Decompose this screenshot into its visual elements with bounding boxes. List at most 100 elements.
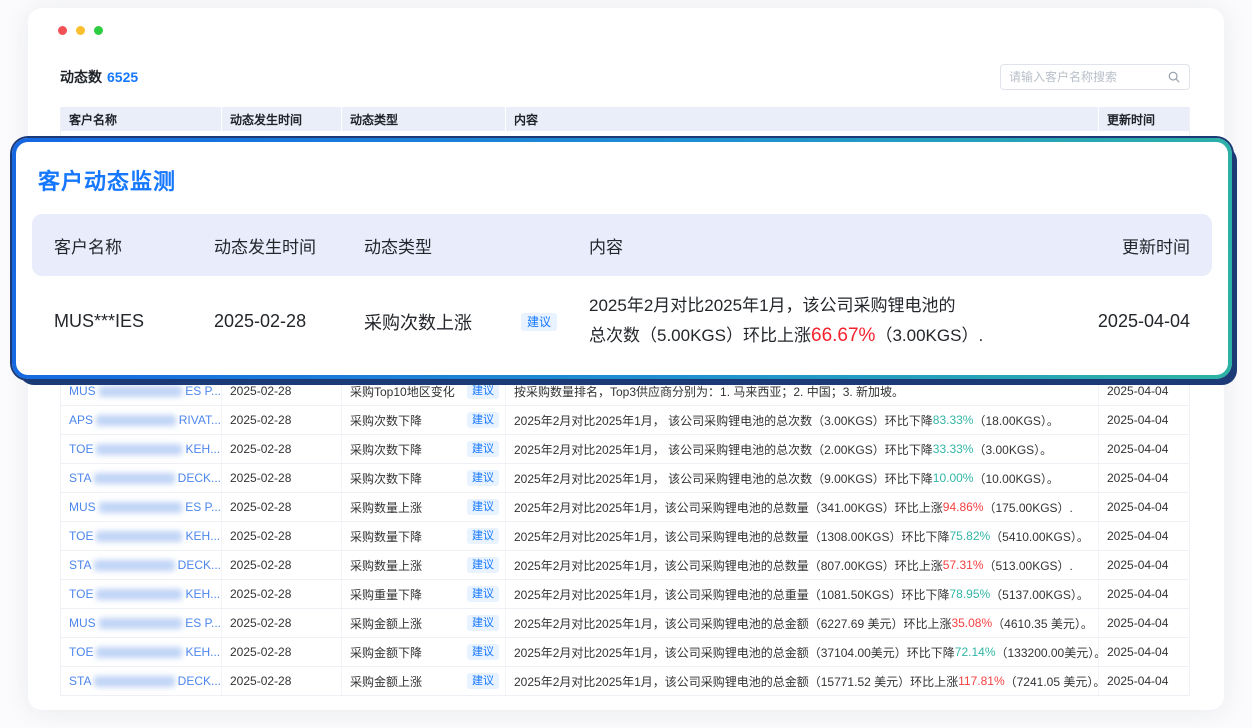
suggestion-badge[interactable]: 建议 [467, 644, 499, 660]
redacted-name-blur [94, 676, 174, 687]
table-row[interactable]: MUSES P... 2025-02-28 采购金额上涨建议 2025年2月对比… [61, 609, 1189, 638]
content-cell: 2025年2月对比2025年1月，该公司采购锂电池的总数量（807.00KGS）… [506, 551, 1099, 579]
customer-name-prefix: APS [69, 413, 93, 427]
percent-change: 78.95% [949, 587, 990, 601]
update-time-cell: 2025-04-04 [1099, 493, 1189, 521]
percent-change: 10.00% [933, 471, 974, 485]
update-time-cell: 2025-04-04 [1099, 435, 1189, 463]
customer-name-cell[interactable]: MUSES P... [61, 493, 222, 521]
redacted-name-blur [99, 386, 183, 397]
event-type-label: 采购数量下降 [350, 528, 422, 545]
suggestion-badge[interactable]: 建议 [467, 615, 499, 631]
table-body: MUSES P... 2025-02-28 采购Top10地区变化建议 按采购数… [61, 377, 1189, 696]
content-text: 2025年2月对比2025年1月，该公司采购锂电池的总金额（6227.69 美元… [514, 615, 951, 632]
customer-name-cell[interactable]: TOE KEH... [61, 435, 222, 463]
customer-name-cell[interactable]: APS RIVAT... [61, 406, 222, 434]
zoom-button[interactable] [94, 26, 103, 35]
customer-name-cell[interactable]: MUSES P... [61, 609, 222, 637]
content-text-tail: （4610.35 美元）。 [992, 615, 1093, 632]
customer-name-suffix: DECK... [178, 558, 221, 572]
percent-change: 57.31% [943, 558, 984, 572]
percent-change: 117.81% [958, 674, 1004, 688]
customer-name-prefix: TOE [69, 442, 93, 456]
update-time-cell: 2025-04-04 [1099, 551, 1189, 579]
search-input[interactable] [1009, 70, 1167, 84]
suggestion-badge[interactable]: 建议 [467, 383, 499, 399]
suggestion-badge[interactable]: 建议 [467, 586, 499, 602]
search-icon[interactable] [1167, 70, 1181, 84]
customer-search[interactable] [1000, 64, 1190, 90]
customer-name-cell[interactable]: TOEKEH... [61, 580, 222, 608]
content-cell: 2025年2月对比2025年1月，该公司采购锂电池的总数量（341.00KGS）… [506, 493, 1099, 521]
minimize-button[interactable] [76, 26, 85, 35]
table-row[interactable]: MUSES P... 2025-02-28 采购Top10地区变化建议 按采购数… [61, 377, 1189, 406]
customer-name-suffix: ES P... [185, 384, 221, 398]
close-button[interactable] [58, 26, 67, 35]
customer-name-cell[interactable]: TOEKEH... [61, 638, 222, 666]
redacted-name-blur [94, 560, 174, 571]
content-text: 2025年2月对比2025年1月， 该公司采购锂电池的总次数（9.00KGS）环… [514, 470, 933, 487]
overlay-event-type: 采购次数上涨 [364, 309, 472, 335]
table-row[interactable]: TOEKEH... 2025-02-28 采购数量下降建议 2025年2月对比2… [61, 522, 1189, 551]
event-date-cell: 2025-02-28 [222, 580, 342, 608]
suggestion-badge[interactable]: 建议 [467, 557, 499, 573]
content-cell: 2025年2月对比2025年1月，该公司采购锂电池的总数量（1308.00KGS… [506, 522, 1099, 550]
customer-name-suffix: KEH... [185, 442, 220, 456]
customer-name-cell[interactable]: STA DECK... [61, 667, 222, 695]
customer-name-cell[interactable]: STADECK... [61, 464, 222, 492]
overlay-customer-name: MUS***IES [54, 311, 214, 332]
table-row[interactable]: TOEKEH... 2025-02-28 采购次数下降建议 2025年2月对比2… [61, 435, 1189, 464]
update-time-cell: 2025-04-04 [1099, 377, 1189, 405]
content-text: 2025年2月对比2025年1月， 该公司采购锂电池的总次数（3.00KGS）环… [514, 412, 933, 429]
content-text: 2025年2月对比2025年1月，该公司采购锂电池的总金额（15771.52 美… [514, 673, 958, 690]
event-date-cell: 2025-02-28 [222, 667, 342, 695]
redacted-name-blur [99, 618, 183, 629]
overlay-table-header: 客户名称 动态发生时间 动态类型 内容 更新时间 [32, 214, 1212, 276]
event-type-cell: 采购数量上涨 建议 [342, 493, 506, 521]
table-row[interactable]: STADECK... 2025-02-28 采购金额上涨建议 2025年2月对比… [61, 667, 1189, 696]
overlay-suggestion-badge[interactable]: 建议 [521, 313, 557, 331]
suggestion-badge[interactable]: 建议 [467, 499, 499, 515]
event-type-label: 采购数量上涨 [350, 499, 422, 516]
suggestion-badge[interactable]: 建议 [467, 470, 499, 486]
content-cell: 2025年2月对比2025年1月，该公司采购锂电池的总重量（1081.50KGS… [506, 580, 1099, 608]
content-text-tail: （175.00KGS）. [984, 499, 1073, 516]
event-type-cell: 采购重量下降建议 [342, 580, 506, 608]
suggestion-badge[interactable]: 建议 [467, 441, 499, 457]
customer-name-cell[interactable]: STADECK... [61, 551, 222, 579]
suggestion-badge[interactable]: 建议 [467, 673, 499, 689]
overlay-update-time: 2025-04-04 [1080, 311, 1190, 332]
customer-name-prefix: MUS [69, 616, 96, 630]
page-title: 动态数6525 [60, 67, 138, 87]
update-time-cell: 2025-04-04 [1099, 580, 1189, 608]
table-row[interactable]: STADECK... 2025-02-28 采购数量上涨建议 2025年2月对比… [61, 551, 1189, 580]
suggestion-badge[interactable]: 建议 [467, 412, 499, 428]
suggestion-badge[interactable]: 建议 [467, 528, 499, 544]
customer-name-suffix: DECK... [178, 674, 221, 688]
customer-name-cell[interactable]: MUSES P... [61, 377, 222, 405]
customer-name-suffix: RIVAT... [179, 413, 221, 427]
customer-name-prefix: STA [69, 674, 91, 688]
event-type-cell: 采购次数下降建议 [342, 435, 506, 463]
customer-name-prefix: STA [69, 471, 91, 485]
overlay-percent-change: 66.67% [811, 325, 875, 346]
percent-change: 33.33% [933, 442, 974, 456]
redacted-name-blur [96, 415, 176, 426]
table-row[interactable]: APSRIVAT... 2025-02-28 采购次数下降建议 2025年2月对… [61, 406, 1189, 435]
table-row[interactable]: TOEKEH... 2025-02-28 采购重量下降建议 2025年2月对比2… [61, 580, 1189, 609]
redacted-name-blur [96, 444, 182, 455]
event-type-label: 采购次数下降 [350, 470, 422, 487]
content-text-tail: （5137.00KGS）。 [990, 586, 1089, 603]
header-event-type: 动态类型 [342, 107, 506, 131]
overlay-header-event-time: 动态发生时间 [214, 233, 364, 258]
content-cell: 2025年2月对比2025年1月，该公司采购锂电池的总金额（37104.00美元… [506, 638, 1099, 666]
content-text: 2025年2月对比2025年1月，该公司采购锂电池的总数量（341.00KGS）… [514, 499, 943, 516]
customer-name-prefix: TOE [69, 529, 93, 543]
customer-name-cell[interactable]: TOEKEH... [61, 522, 222, 550]
overlay-row[interactable]: MUS***IES 2025-02-28 采购次数上涨 建议 2025年2月对比… [32, 292, 1212, 351]
table-row[interactable]: STADECK... 2025-02-28 采购次数下降建议 2025年2月对比… [61, 464, 1189, 493]
header-update-time: 更新时间 [1099, 107, 1189, 131]
table-row[interactable]: MUSES P... 2025-02-28 采购数量上涨建议 2025年2月对比… [61, 493, 1189, 522]
table-row[interactable]: TOEKEH... 2025-02-28 采购金额下降建议 2025年2月对比2… [61, 638, 1189, 667]
overlay-content-line2: 总次数（5.00KGS）环比上涨 [589, 326, 811, 345]
